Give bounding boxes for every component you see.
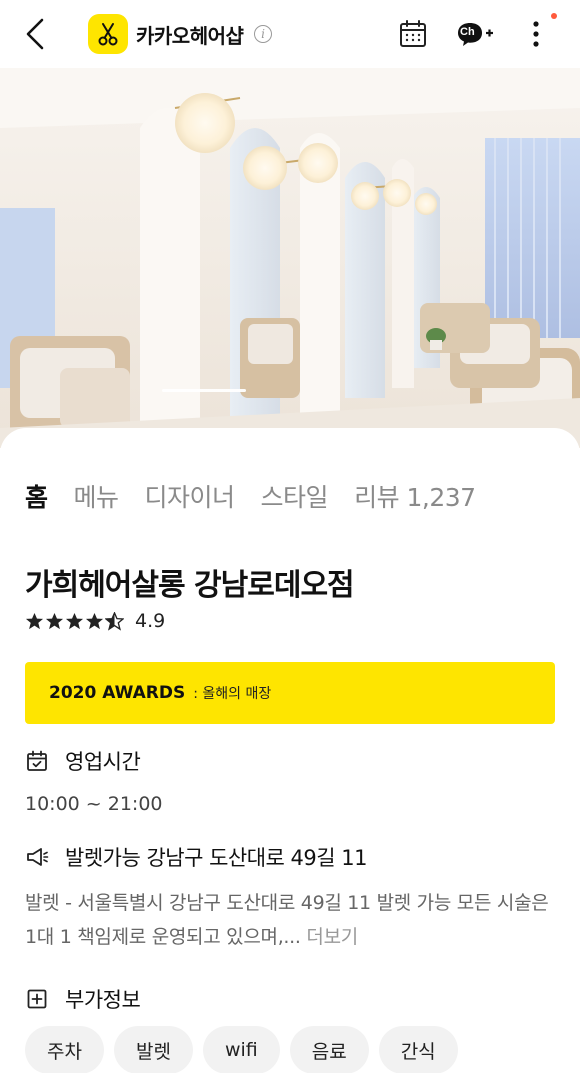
chip-snacks[interactable]: 간식 (378, 1026, 458, 1073)
chevron-left-icon (26, 18, 44, 50)
tab-label: 스타일 (260, 483, 329, 512)
amenity-chips: 주차 발렛 wifi 음료 간식 (25, 1026, 468, 1073)
tab-label: 홈 (25, 483, 48, 512)
notice-row: 발렛가능 강남구 도산대로 49길 11 (25, 842, 367, 872)
brand-name[interactable]: 카카오헤어샵 (136, 20, 244, 49)
star-icon (85, 612, 104, 629)
notice-label: 발렛가능 강남구 도산대로 49길 11 (65, 846, 367, 870)
more-vertical-icon (533, 21, 539, 47)
chip-wifi[interactable]: wifi (202, 1026, 280, 1073)
slide-indicator (162, 389, 246, 392)
star-half-icon (105, 611, 124, 631)
tab-bar: 홈 메뉴 디자이너 스타일 리뷰 1,237 (23, 478, 502, 514)
tab-home[interactable]: 홈 (23, 478, 50, 514)
tab-label: 리뷰 1,237 (354, 483, 476, 512)
top-bar: 카카오헤어샵 i Ch (0, 0, 580, 68)
rating[interactable]: 4.9 (25, 610, 165, 632)
extra-info-label: 부가정보 (65, 988, 141, 1012)
calendar-button[interactable] (398, 19, 428, 49)
shop-title: 가희헤어살롱 강남로데오점 (25, 568, 355, 603)
award-subtitle: : 올해의 매장 (193, 686, 272, 702)
award-banner[interactable]: 2020 AWARDS : 올해의 매장 (25, 662, 555, 724)
back-button[interactable] (18, 14, 52, 54)
tab-review[interactable]: 리뷰 1,237 (354, 478, 476, 514)
channel-label: Ch (460, 26, 475, 38)
tab-menu[interactable]: 메뉴 (73, 478, 120, 514)
tab-designer[interactable]: 디자이너 (144, 478, 236, 514)
notification-dot (551, 13, 557, 19)
salon-interior-illustration (0, 68, 580, 448)
more-menu-button[interactable] (524, 17, 548, 51)
tab-style[interactable]: 스타일 (261, 478, 329, 514)
tab-label: 디자이너 (144, 483, 236, 512)
star-icon (45, 612, 64, 629)
hours-value: 10:00 ~ 21:00 (25, 793, 163, 815)
star-icon (65, 612, 84, 629)
chip-valet[interactable]: 발렛 (113, 1026, 193, 1073)
star-icon (25, 612, 44, 629)
chip-drinks[interactable]: 음료 (289, 1026, 369, 1073)
extra-info-row: 부가정보 (25, 984, 141, 1014)
chip-parking[interactable]: 주차 (25, 1026, 104, 1073)
notice-description[interactable]: 발렛 - 서울특별시 강남구 도산대로 49길 11 발렛 가능 모든 시술은 … (25, 886, 560, 954)
channel-add-button[interactable]: Ch (456, 19, 494, 49)
tab-label: 메뉴 (73, 483, 120, 512)
hero-image[interactable] (0, 68, 580, 448)
hours-label: 영업시간 (65, 750, 141, 774)
info-icon[interactable]: i (254, 25, 272, 43)
scissors-icon[interactable] (88, 14, 128, 54)
calendar-icon (400, 20, 426, 47)
plus-square-icon (25, 987, 49, 1011)
more-link[interactable]: 더보기 (306, 926, 358, 948)
star-rating (25, 611, 125, 631)
megaphone-icon (25, 845, 49, 869)
content-sheet: 홈 메뉴 디자이너 스타일 리뷰 1,237 가희헤어살롱 강남로데오점 4.9… (0, 428, 580, 1073)
calendar-check-icon (25, 749, 49, 773)
award-title: 2020 AWARDS (49, 683, 186, 703)
notice-text: 발렛 - 서울특별시 강남구 도산대로 49길 11 발렛 가능 모든 시술은 … (25, 892, 549, 948)
hours-row: 영업시간 (25, 746, 141, 776)
rating-value: 4.9 (135, 610, 166, 632)
